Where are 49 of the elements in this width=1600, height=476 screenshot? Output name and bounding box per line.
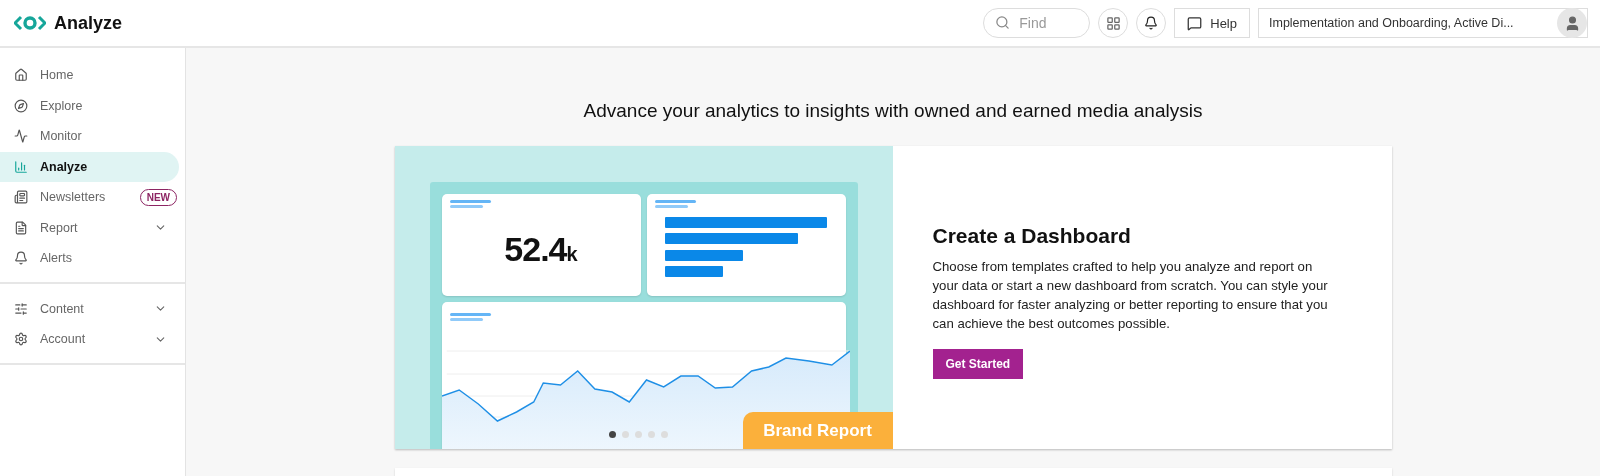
report-tag: Brand Report [742, 412, 893, 449]
sidebar-item[interactable]: Newsletters NEW [0, 182, 179, 213]
carousel-dot[interactable] [660, 431, 668, 438]
carousel-dot[interactable] [647, 431, 655, 438]
item-label: Explore [40, 98, 84, 113]
sidebar-item[interactable]: Home [0, 60, 179, 91]
carousel-dot[interactable] [608, 431, 616, 438]
sidebar-item[interactable]: Content [0, 293, 179, 324]
item-label: Newsletters [40, 190, 107, 205]
search-field[interactable]: Find [983, 8, 1091, 38]
item-label: Account [40, 332, 87, 347]
account-selector[interactable]: Implementation and Onboarding, Active Di... [1258, 8, 1588, 38]
search-icon [995, 15, 1011, 30]
sidebar-item[interactable]: Report [0, 212, 179, 243]
logo-icon [14, 15, 46, 31]
compass-icon [14, 98, 28, 113]
item-label: Monitor [40, 129, 83, 144]
page-heading: Advance your analytics to insights with owned and earned media analysis [583, 100, 1203, 122]
metric-value: 52.4k [504, 230, 578, 269]
document-icon [14, 220, 28, 235]
item-label: Home [40, 68, 75, 83]
sidebar-item[interactable]: Alerts [0, 243, 179, 274]
grid-icon [1105, 15, 1121, 31]
carousel-dot[interactable] [634, 431, 642, 438]
app-title: Analyze [54, 12, 123, 34]
carousel-dot[interactable] [621, 431, 629, 438]
bell-icon [14, 251, 28, 266]
get-started-button[interactable]: Get Started [932, 349, 1024, 379]
item-label: Report [40, 220, 79, 235]
item-label: Analyze [40, 159, 89, 174]
sidebar-item[interactable]: Monitor [0, 121, 179, 152]
settings-icon [14, 332, 28, 347]
speech-bubble-icon [1187, 15, 1203, 31]
sidebar-item[interactable]: Account [0, 324, 179, 355]
card-description: Choose from templates crafted to help you analyze and report on your data or start a new dashboard from scratch. You can style your dashboard for faster analyzing or better reporting to ensure that you can achieve the best outcomes possible. [932, 258, 1329, 333]
pulse-icon [14, 129, 28, 144]
help-button[interactable]: Help [1174, 8, 1250, 38]
apps-button[interactable] [1098, 8, 1129, 38]
sidebar-item[interactable]: Analyze [0, 151, 179, 182]
sliders-icon [14, 301, 28, 316]
newspaper-icon [14, 190, 28, 205]
bell-icon [1144, 16, 1159, 30]
home-icon [14, 68, 28, 83]
sidebar-item[interactable]: Explore [0, 90, 179, 121]
bar-chart-icon [14, 159, 28, 174]
item-label: Alerts [40, 251, 73, 266]
card-title: Create a Dashboard [932, 224, 1132, 248]
item-label: Content [40, 301, 85, 316]
notifications-button[interactable] [1136, 8, 1167, 38]
